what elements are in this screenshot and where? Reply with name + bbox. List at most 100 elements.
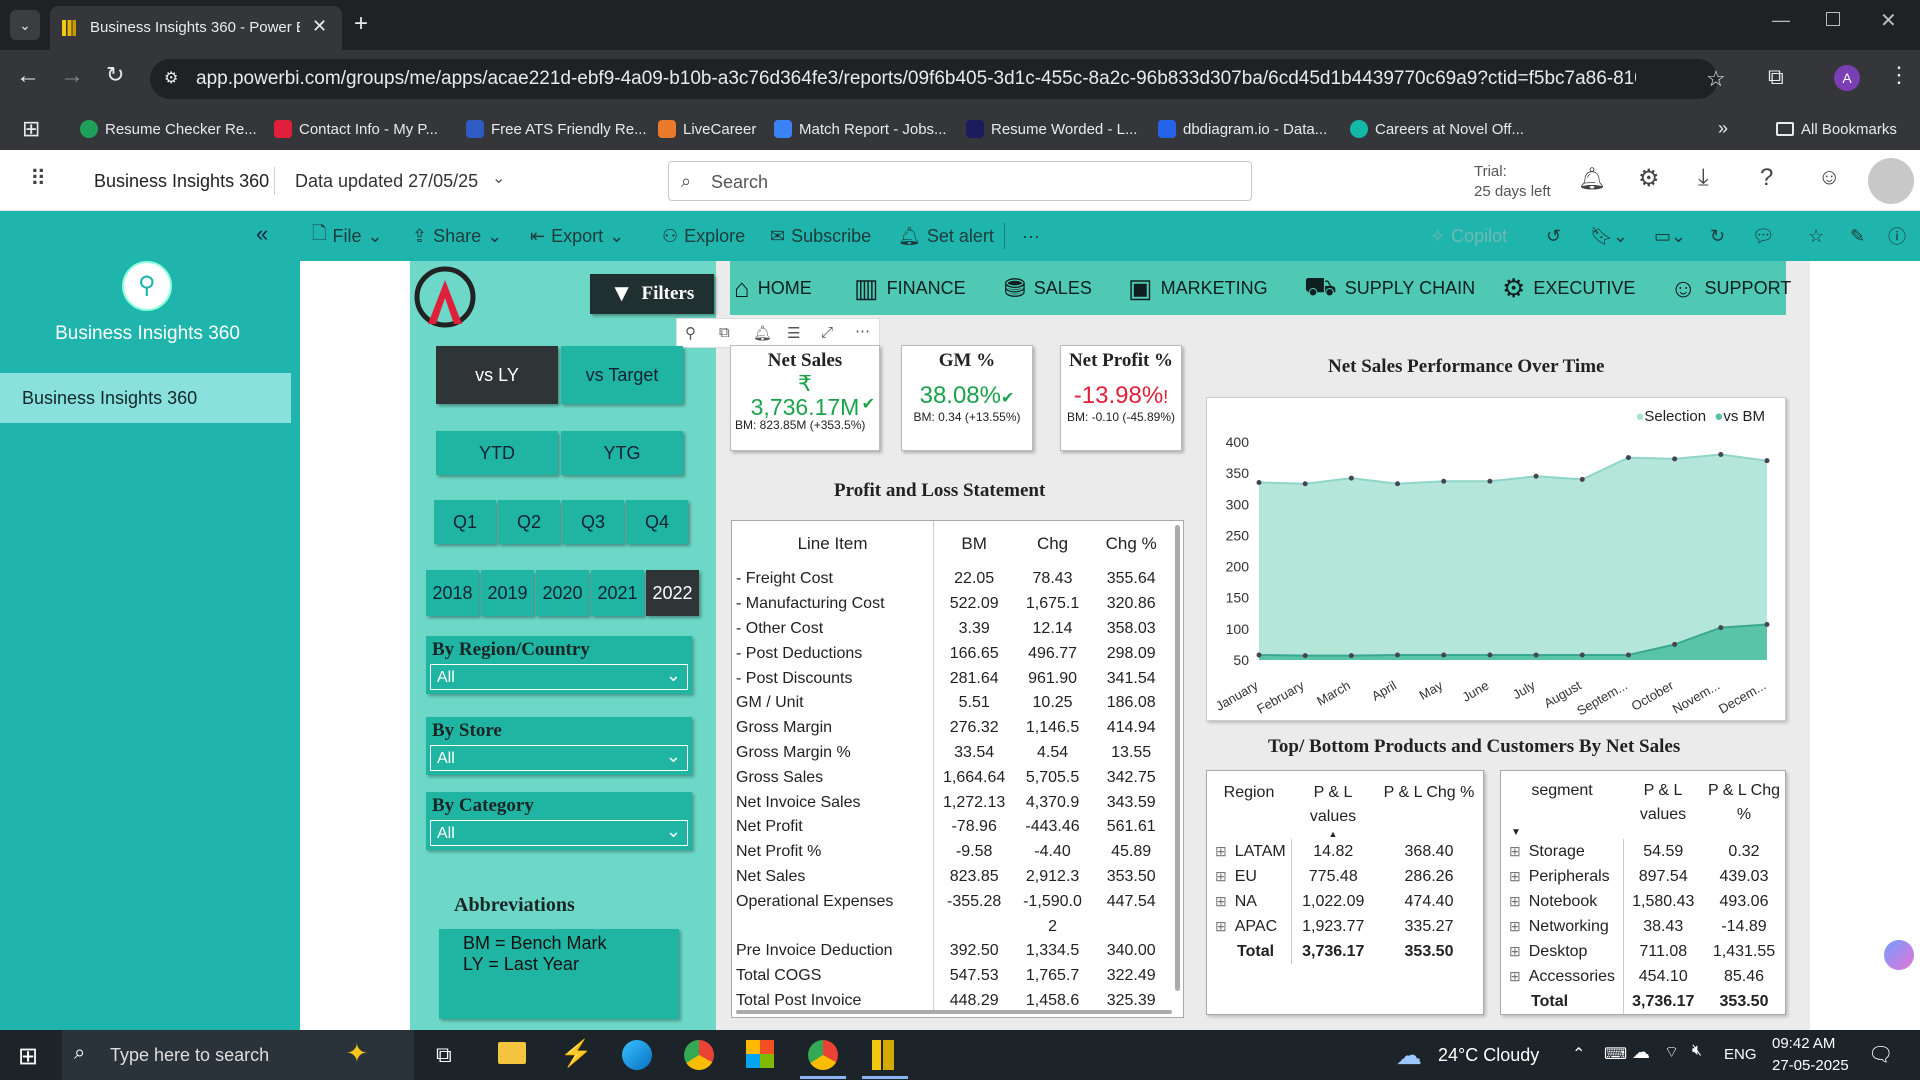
bookmark-1[interactable]: Contact Info - My P... — [274, 108, 438, 150]
taskbar-search[interactable]: ⌕ Type here to search ✦ — [62, 1030, 414, 1080]
pl-row[interactable]: - Manufacturing Cost 522.09 1,675.1 320.86 — [732, 591, 1172, 617]
segment-row[interactable]: ⊞ Peripherals 897.54 439.03 — [1501, 864, 1785, 889]
address-bar[interactable]: ⚙ app.powerbi.com/groups/me/apps/acae221… — [150, 59, 1726, 99]
quarter-q3-button[interactable]: Q3 — [562, 500, 624, 544]
clock-time[interactable]: 09:42 AM — [1772, 1035, 1835, 1052]
segment-pl-values-header[interactable]: P & L values — [1623, 771, 1703, 839]
pl-row[interactable]: 2 — [732, 914, 1172, 939]
help-icon[interactable]: ? — [1760, 164, 1773, 192]
pl-scrollbar[interactable] — [1175, 525, 1180, 991]
region-row[interactable]: ⊞ APAC 1,923.77 335.27 — [1207, 914, 1483, 939]
region-pl-chg-header[interactable]: P & L Chg % — [1375, 771, 1483, 839]
year-2021-button[interactable]: 2021 — [591, 570, 644, 616]
bookmark-3[interactable]: LiveCareer — [658, 108, 756, 150]
nav-finance[interactable]: ▥ FINANCE — [854, 261, 966, 315]
all-bookmarks[interactable]: All Bookmarks — [1776, 108, 1897, 150]
search-input[interactable]: ⌕ Search — [668, 161, 1252, 201]
region-row[interactable]: ⊞ NA 1,022.09 474.40 — [1207, 889, 1483, 914]
expand-plus-icon[interactable]: ⊞ — [1215, 893, 1227, 909]
year-2019-button[interactable]: 2019 — [481, 570, 534, 616]
refresh-icon[interactable]: ↻ — [1710, 211, 1725, 261]
user-avatar[interactable] — [1868, 158, 1914, 204]
forward-icon[interactable]: → — [60, 62, 84, 90]
expand-plus-icon[interactable]: ⊞ — [1509, 868, 1521, 884]
quarter-q2-button[interactable]: Q2 — [498, 500, 560, 544]
segment-row[interactable]: ⊞ Notebook 1,580.43 493.06 — [1501, 889, 1785, 914]
favorite-star-icon[interactable]: ☆ — [1808, 211, 1824, 261]
bookmark-4[interactable]: Match Report - Jobs... — [774, 108, 947, 150]
language-indicator[interactable]: ENG — [1724, 1046, 1757, 1063]
nav-support[interactable]: ☺ SUPPORT — [1670, 261, 1791, 315]
pl-header-bm[interactable]: BM — [933, 521, 1015, 567]
bookmark-2[interactable]: Free ATS Friendly Re... — [466, 108, 647, 150]
pl-header-chg[interactable]: Chg — [1014, 521, 1091, 567]
filters-button[interactable]: ▼ Filters — [590, 274, 714, 314]
network-icon[interactable]: ⌨ — [1604, 1044, 1627, 1064]
focus-mode-icon[interactable]: ⤢ — [821, 324, 833, 341]
expand-plus-icon[interactable]: ⊞ — [1215, 843, 1227, 859]
pl-row[interactable]: - Post Deductions 166.65 496.77 298.09 — [732, 641, 1172, 667]
segment-header[interactable]: segment ▼ — [1501, 771, 1623, 839]
feedback-icon[interactable]: ☺ — [1818, 164, 1840, 190]
tray-chevron-up-icon[interactable]: ⌃ — [1572, 1044, 1585, 1064]
segment-row[interactable]: ⊞ Storage 54.59 0.32 — [1501, 839, 1785, 864]
chevron-down-icon[interactable]: ⌄ — [492, 168, 505, 188]
quarter-q4-button[interactable]: Q4 — [626, 500, 688, 544]
clock-date[interactable]: 27-05-2025 — [1772, 1057, 1849, 1074]
region-header[interactable]: Region — [1207, 771, 1291, 839]
reset-icon[interactable]: ↺ — [1546, 211, 1561, 261]
bookmark-7[interactable]: Careers at Novel Off... — [1350, 108, 1524, 150]
compare-vs-ly-button[interactable]: vs LY — [436, 346, 558, 404]
year-2018-button[interactable]: 2018 — [426, 570, 479, 616]
minimize-icon[interactable]: — — [1772, 10, 1790, 31]
pl-row[interactable]: Gross Margin 276.32 1,146.5 414.94 — [732, 715, 1172, 741]
copilot-floating-icon[interactable] — [1884, 940, 1914, 970]
pl-row[interactable]: GM / Unit 5.51 10.25 186.08 — [732, 690, 1172, 716]
header-app-name[interactable]: Business Insights 360 — [94, 171, 269, 192]
settings-gear-icon[interactable]: ⚙ — [1638, 164, 1660, 193]
export-menu[interactable]: ⇤ Export ⌄ — [530, 211, 624, 261]
store-dropdown[interactable]: All ⌄ — [430, 745, 688, 771]
bookmark-star-icon[interactable]: ☆ — [1706, 66, 1726, 92]
pl-row[interactable]: Gross Margin % 33.54 4.54 13.55 — [732, 740, 1172, 766]
nav-sales[interactable]: ⛃ SALES — [1004, 261, 1092, 315]
sidebar-item-business-insights[interactable]: Business Insights 360 — [0, 373, 291, 423]
extensions-icon[interactable]: ⧉ — [1768, 64, 1784, 90]
browser-menu-icon[interactable]: ⋮ — [1888, 62, 1910, 88]
year-2020-button[interactable]: 2020 — [536, 570, 589, 616]
view-icon[interactable]: ▭⌄ — [1654, 211, 1686, 261]
nav-executive[interactable]: ⚙ EXECUTIVE — [1502, 261, 1635, 315]
subscribe-button[interactable]: ✉ Subscribe — [770, 211, 871, 261]
browser-tab-active[interactable]: Business Insights 360 - Power BI ✕ — [50, 6, 342, 50]
period-ytd-button[interactable]: YTD — [436, 431, 558, 475]
copy-icon[interactable]: ⧉ — [719, 324, 730, 341]
pin-icon[interactable]: ⚲ — [685, 324, 696, 342]
segment-pl-chg-header[interactable]: P & L Chg % — [1703, 771, 1785, 839]
segment-row[interactable]: ⊞ Networking 38.43 -14.89 — [1501, 914, 1785, 939]
kpi-gm-card[interactable]: GM % 38.08%✔ BM: 0.34 (+13.55%) — [901, 345, 1033, 451]
region-row[interactable]: ⊞ EU 775.48 286.26 — [1207, 864, 1483, 889]
reload-icon[interactable]: ↻ — [106, 62, 124, 88]
store-icon[interactable] — [746, 1040, 774, 1068]
site-info-icon[interactable]: ⚙ — [164, 68, 178, 88]
explore-button[interactable]: ⚇ Explore — [662, 211, 745, 261]
pl-row[interactable]: Net Profit -78.96 -443.46 561.61 — [732, 814, 1172, 840]
collapse-sidebar-icon[interactable]: « — [256, 221, 268, 247]
bookmark-5[interactable]: Resume Worded - L... — [966, 108, 1137, 150]
category-dropdown[interactable]: All ⌄ — [430, 820, 688, 846]
period-ytg-button[interactable]: YTG — [561, 431, 683, 475]
weather-text[interactable]: 24°C Cloudy — [1438, 1045, 1539, 1066]
net-sales-chart[interactable]: ●Selection ●vs BM 50 100 150 200 250 300 350 40… — [1206, 397, 1786, 721]
share-menu[interactable]: ⇪ Share ⌄ — [412, 211, 502, 261]
expand-plus-icon[interactable]: ⊞ — [1215, 918, 1227, 934]
weather-cloud-icon[interactable]: ☁ — [1396, 1040, 1422, 1071]
nav-marketing[interactable]: ▣ MARKETING — [1128, 261, 1268, 315]
nav-supply-chain[interactable]: ⛟ SUPPLY CHAIN — [1304, 261, 1475, 315]
kpi-net-sales-card[interactable]: Net Sales ₹ 3,736.17M ✔ BM: 823.85M (+35… — [730, 345, 880, 451]
region-row[interactable]: ⊞ LATAM 14.82 368.40 — [1207, 839, 1483, 864]
pl-row[interactable]: Net Profit % -9.58 -4.40 45.89 — [732, 839, 1172, 865]
expand-plus-icon[interactable]: ⊞ — [1509, 943, 1521, 959]
app-launcher-icon[interactable]: ⠿ — [30, 166, 46, 192]
profile-avatar[interactable]: A — [1834, 65, 1860, 91]
bookmark-0[interactable]: Resume Checker Re... — [80, 108, 257, 150]
